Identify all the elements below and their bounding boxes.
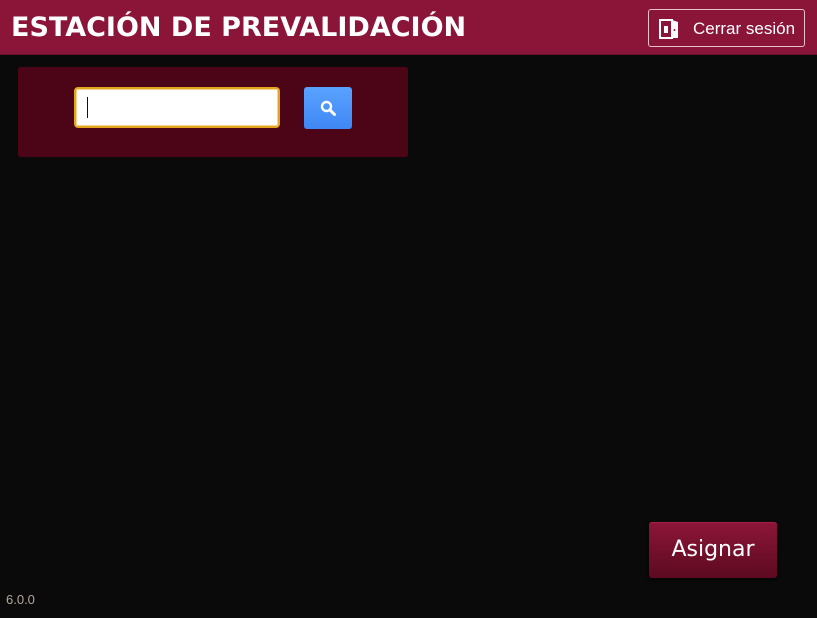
app-window: ESTACIÓN DE PREVALIDACIÓN Cerrar sesión …	[0, 0, 817, 618]
logout-label: Cerrar sesión	[693, 19, 796, 38]
door-exit-icon	[659, 19, 678, 39]
logout-button[interactable]: Cerrar sesión	[648, 9, 805, 47]
header-bar: ESTACIÓN DE PREVALIDACIÓN Cerrar sesión	[0, 0, 817, 55]
search-input[interactable]	[74, 87, 280, 128]
assign-label: Asignar	[671, 537, 755, 562]
version-label: 6.0.0	[6, 592, 35, 607]
text-caret	[87, 97, 88, 118]
assign-button[interactable]: Asignar	[649, 522, 777, 578]
search-icon	[320, 100, 336, 116]
search-panel	[18, 67, 408, 157]
page-title: ESTACIÓN DE PREVALIDACIÓN	[11, 12, 467, 43]
search-button[interactable]	[304, 87, 352, 129]
